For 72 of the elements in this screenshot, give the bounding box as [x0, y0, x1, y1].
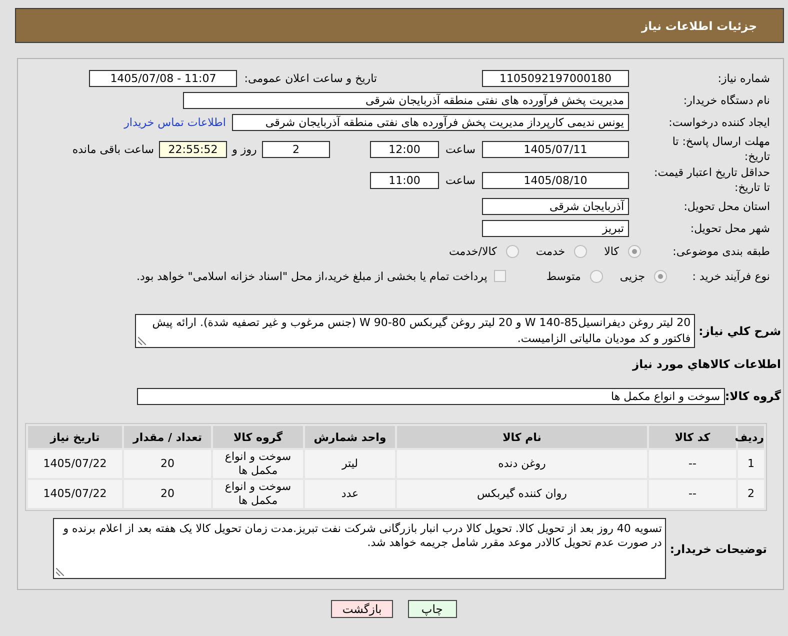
table-cell: 1405/07/22: [28, 450, 122, 478]
section-title: اطلاعات كالاهاي مورد نياز: [632, 356, 782, 372]
city-field[interactable]: تبریز: [482, 220, 629, 236]
requester-field[interactable]: یونس ندیمی کارپرداز مدیریت پخش فرآورده های نفتی منطقه آذربایجان شرقی: [232, 114, 629, 130]
print-button[interactable]: چاپ: [408, 600, 457, 618]
description-field[interactable]: 20 لیتر روغن دیفرانسیل85-140 W و 20 لیتر روغن گیربکس 80-90 W (جنس مرغوب و غیر تصفیه شدة). ارائه پیش فاکتور و کد مودیان مالیاتی الزامیست.: [135, 314, 695, 348]
buyer-org-field[interactable]: مدیریت پخش فرآورده های نفتی منطقه آذربایجان شرقی: [183, 92, 629, 108]
column-header: گروه کالا: [213, 426, 303, 448]
radio-button[interactable]: [628, 245, 641, 258]
table-cell: --: [649, 450, 736, 478]
need-number-field[interactable]: 1105092197000180: [482, 70, 629, 86]
table-cell: 20: [124, 450, 211, 478]
column-header: کد کالا: [649, 426, 736, 448]
field-label: توضیحات خریدار:: [670, 542, 768, 556]
radio-button[interactable]: [506, 245, 519, 258]
contact-info-link[interactable]: اطلاعات تماس خریدار: [124, 116, 226, 128]
validity-time-field[interactable]: 11:00: [370, 172, 439, 188]
province-field[interactable]: آذربایجان شرقی: [482, 198, 629, 214]
option-label: خدمت: [536, 245, 566, 258]
table-cell: --: [649, 480, 736, 508]
table-cell: 20: [124, 480, 211, 508]
deadline-time-field[interactable]: 12:00: [370, 140, 439, 158]
column-header: نام کالا: [397, 426, 647, 448]
back-button[interactable]: بازگشت: [331, 600, 393, 618]
column-header: ردیف: [738, 426, 764, 448]
field-label: طبقه بندی موضوعی:: [672, 244, 771, 259]
table-cell: 1405/07/22: [28, 480, 122, 508]
column-header: واحد شمارش: [305, 426, 395, 448]
field-label: شرح کلي نياز:: [698, 324, 782, 338]
option-label: جزیی: [620, 270, 645, 282]
days-label: روز و: [230, 142, 258, 156]
field-label: گروه کالا:: [725, 389, 782, 403]
table-cell: 1: [738, 450, 764, 478]
table-cell: لیتر: [305, 450, 395, 478]
radio-button[interactable]: [654, 270, 667, 282]
time-label: ساعت: [444, 174, 476, 186]
radio-button[interactable]: [590, 270, 603, 282]
resize-handle-icon[interactable]: [56, 568, 64, 576]
option-label: کالا: [604, 245, 619, 258]
time-label: ساعت: [444, 142, 476, 156]
table-cell: عدد: [305, 480, 395, 508]
goods-group-field[interactable]: سوخت و انواع مکمل ها: [137, 388, 726, 404]
field-label: ایجاد کننده درخواست:: [668, 114, 771, 130]
table-cell: سوخت و انواع مکمل ها: [213, 480, 303, 508]
announce-date-field[interactable]: 1405/07/08 - 11:07: [89, 70, 238, 86]
time-left-field[interactable]: 22:55:52: [159, 140, 227, 158]
field-label: شماره نیاز:: [716, 70, 771, 86]
table-cell: 2: [738, 480, 764, 508]
checkbox-label: پرداخت تمام یا بخشی از مبلغ خرید،از محل "اسناد خزانه اسلامی" خواهد بود.: [136, 270, 488, 282]
radio-button[interactable]: [574, 245, 588, 258]
buyer-notes-field[interactable]: تسویه 40 روز بعد از تحویل کالا. تحویل کالا درب انبار بازرگانی شرکت نفت تبریز.مدت زمان تحویل کالا یک هفته بعد از اعلام برنده و در صورت عدم تحویل کالادر موعد مقرر شامل جریمه خواهد شد.: [53, 518, 666, 579]
column-header: تاریخ نیاز: [28, 426, 122, 448]
field-label: نوع فرآیند خرید :: [691, 268, 771, 284]
column-header: تعداد / مقدار: [124, 426, 211, 448]
table-cell: روان کننده گیربکس: [397, 480, 647, 508]
resize-handle-icon[interactable]: [138, 337, 146, 345]
checkbox[interactable]: [494, 270, 506, 282]
page-title: جزئیات اطلاعات نیاز: [641, 18, 757, 32]
deadline-date-field[interactable]: 1405/07/11: [482, 140, 629, 158]
table-cell: سوخت و انواع مکمل ها: [213, 450, 303, 478]
option-label: کالا/خدمت: [449, 245, 497, 258]
table-cell: روغن دنده: [397, 450, 647, 478]
field-label: استان محل تحویل:: [682, 198, 771, 214]
field-label: نام دستگاه خریدار:: [682, 92, 771, 108]
time-left-label: ساعت باقی مانده: [72, 142, 154, 156]
validity-date-field[interactable]: 1405/08/10: [482, 172, 629, 188]
field-label: تاریخ و ساعت اعلان عمومی:: [244, 72, 377, 84]
field-label: حداقل تاریخ اعتبار قیمت: تا تاریخ:: [653, 165, 771, 195]
field-label: مهلت ارسال پاسخ: تا تاریخ:: [671, 134, 771, 164]
option-label: متوسط: [546, 270, 581, 282]
field-label: شهر محل تحویل:: [689, 220, 771, 236]
days-left-field[interactable]: 2: [262, 140, 330, 158]
